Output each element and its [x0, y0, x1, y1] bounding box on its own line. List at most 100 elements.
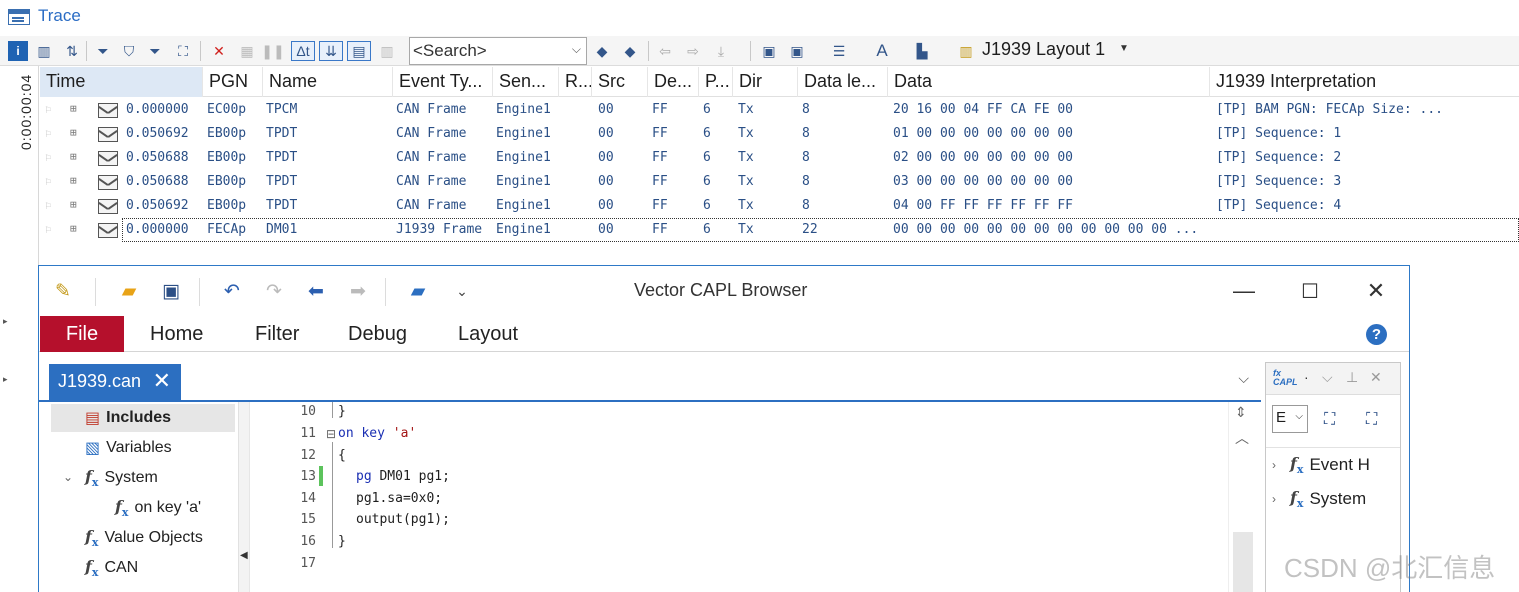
customize-icon[interactable]: ⌄: [450, 279, 474, 303]
chevron-down-icon[interactable]: ⌵: [1295, 411, 1303, 422]
info-icon[interactable]: i: [8, 41, 28, 61]
tree-item-variables[interactable]: ▧ Variables: [85, 434, 172, 462]
binoculars-icon[interactable]: ⛶: [173, 41, 193, 61]
col-event-type[interactable]: Event Ty...: [393, 67, 493, 97]
bookmark-flag-icon[interactable]: ⚐: [45, 103, 59, 116]
forward-icon[interactable]: ➡: [346, 279, 370, 303]
tree-splitter[interactable]: ◀: [239, 402, 249, 592]
pin-icon[interactable]: ⊥: [1346, 369, 1358, 386]
save-icon[interactable]: ▣: [159, 279, 183, 303]
back-arrow-icon[interactable]: ⇦: [655, 41, 675, 61]
panel-item-event-handlers[interactable]: › fx Event H: [1272, 454, 1370, 476]
panel-menu-icon[interactable]: ·: [1304, 369, 1309, 385]
tree-item-can[interactable]: fx CAN: [85, 554, 138, 582]
tree-item-system[interactable]: fx System: [85, 464, 158, 492]
jump-icon[interactable]: ⤓: [711, 41, 731, 61]
sort-icon[interactable]: ⇊: [319, 41, 343, 61]
chevron-down-icon[interactable]: ⌵: [572, 42, 581, 57]
undo-icon[interactable]: ↶: [220, 279, 244, 303]
chevron-up-icon[interactable]: ︿: [1235, 428, 1249, 448]
open-folder-icon[interactable]: ▰: [117, 279, 141, 303]
scroll-mode-icon[interactable]: ⇅: [62, 41, 82, 61]
font-size-icon[interactable]: A: [872, 41, 892, 61]
trace-row[interactable]: ⚐ ⊞ 0.050692 EB00p TPDT CAN Frame Engine…: [40, 194, 1519, 218]
bookmark-flag-icon[interactable]: ⚐: [45, 175, 59, 188]
layout-selector[interactable]: J1939 Layout 1: [982, 39, 1105, 60]
col-data-length[interactable]: Data le...: [798, 67, 888, 97]
database-folder-icon[interactable]: ▰: [406, 279, 430, 303]
forward-arrow-icon[interactable]: ⇨: [683, 41, 703, 61]
fold-collapse-icon[interactable]: ⊟: [326, 427, 336, 441]
bookmark-flag-icon[interactable]: ⚐: [45, 223, 59, 236]
panel-item-system[interactable]: › fx System: [1272, 488, 1366, 510]
col-src[interactable]: Src: [592, 67, 648, 97]
line-style-icon[interactable]: ☰: [829, 41, 849, 61]
pause-icon[interactable]: ❚❚: [261, 41, 284, 61]
filter-bar-icon[interactable]: ⏷: [145, 41, 165, 61]
minimize-icon[interactable]: —: [1229, 276, 1259, 306]
layout-columns-icon[interactable]: ▥: [956, 41, 976, 61]
editor-scrollbar[interactable]: ⇕ ︿: [1228, 402, 1256, 592]
col-pgn[interactable]: PGN: [203, 67, 263, 97]
trace-row[interactable]: ⚐ ⊞ 0.050692 EB00p TPDT CAN Frame Engine…: [40, 122, 1519, 146]
col-dest[interactable]: De...: [648, 67, 699, 97]
col-dir[interactable]: Dir: [733, 67, 798, 97]
chevron-right-icon[interactable]: ›: [1272, 492, 1276, 506]
col-sender[interactable]: Sen...: [493, 67, 559, 97]
col-r[interactable]: R...: [559, 67, 592, 97]
maximize-icon[interactable]: ☐: [1295, 276, 1325, 306]
find-clear-icon[interactable]: ⛶: [1366, 411, 1377, 429]
find-next-icon[interactable]: ◆: [620, 41, 640, 61]
expand-icon[interactable]: ⊞: [70, 198, 77, 211]
layout-caret-icon[interactable]: ▼: [1119, 43, 1129, 54]
bookmark-flag-icon[interactable]: ⚐: [45, 151, 59, 164]
expand-icon[interactable]: ⊞: [70, 222, 77, 235]
tab-home[interactable]: Home: [150, 316, 203, 352]
bookmark-flag-icon[interactable]: ⚐: [45, 127, 59, 140]
splitter-arrow-icon[interactable]: ◀: [240, 550, 248, 561]
find-previous-icon[interactable]: ◆: [592, 41, 612, 61]
log-file-icon[interactable]: ▣: [759, 41, 779, 61]
panel-dropdown[interactable]: E ⌵: [1272, 405, 1308, 433]
time-delta-icon[interactable]: Δt: [291, 41, 315, 61]
detail-view-icon[interactable]: ▤: [347, 41, 371, 61]
trace-row[interactable]: ⚐ ⊞ 0.050688 EB00p TPDT CAN Frame Engine…: [40, 146, 1519, 170]
tab-layout[interactable]: Layout: [458, 316, 518, 352]
expand-icon[interactable]: ⊞: [70, 174, 77, 187]
filter-glasses-icon[interactable]: ⛉: [119, 41, 139, 61]
chevron-right-icon[interactable]: ›: [1272, 458, 1276, 472]
splitter-arrow-icon[interactable]: ▸: [3, 316, 8, 327]
delete-filter-icon[interactable]: ▦: [237, 41, 257, 61]
tree-item-includes[interactable]: ▤ Includes: [51, 404, 235, 432]
col-j1939-interpretation[interactable]: J1939 Interpretation: [1210, 67, 1519, 97]
expand-icon[interactable]: ⊞: [70, 126, 77, 139]
tab-debug[interactable]: Debug: [348, 316, 407, 352]
columns-icon[interactable]: ▥: [377, 41, 397, 61]
redo-icon[interactable]: ↷: [262, 279, 286, 303]
trace-row[interactable]: ⚐ ⊞ 0.050688 EB00p TPDT CAN Frame Engine…: [40, 170, 1519, 194]
tab-file[interactable]: File: [40, 316, 124, 352]
col-data[interactable]: Data: [888, 67, 1210, 97]
close-panel-icon[interactable]: ✕: [1370, 369, 1382, 386]
chevron-down-icon[interactable]: ⌵: [1322, 369, 1333, 386]
splitter-arrow-icon[interactable]: ▸: [3, 374, 8, 385]
col-name[interactable]: Name: [263, 67, 393, 97]
doc-tab-j1939[interactable]: J1939.can ✕: [49, 364, 181, 400]
trace-row[interactable]: ⚐ ⊞ 0.000000 EC00p TPCM CAN Frame Engine…: [40, 98, 1519, 122]
bookmark-flag-icon[interactable]: ⚐: [45, 199, 59, 212]
split-view-icon[interactable]: ⇕: [1235, 404, 1247, 421]
expand-icon[interactable]: ⊞: [70, 102, 77, 115]
edit-icon[interactable]: ✎: [51, 279, 75, 303]
tab-filter[interactable]: Filter: [255, 316, 299, 352]
filter-icon[interactable]: ⏷: [93, 41, 113, 61]
chevron-down-icon[interactable]: ⌵: [1238, 370, 1249, 387]
expand-icon[interactable]: ⊞: [70, 150, 77, 163]
search-input[interactable]: <Search> ⌵: [409, 37, 587, 65]
help-icon[interactable]: ?: [1366, 324, 1387, 345]
col-time[interactable]: Time: [40, 67, 203, 97]
layout-icon[interactable]: ▙: [912, 41, 932, 61]
back-icon[interactable]: ⬅: [304, 279, 328, 303]
tree-item-on-key-a[interactable]: fx on key 'a': [115, 494, 201, 522]
close-icon[interactable]: ✕: [1361, 276, 1391, 306]
statistics-icon[interactable]: ▥: [34, 41, 54, 61]
